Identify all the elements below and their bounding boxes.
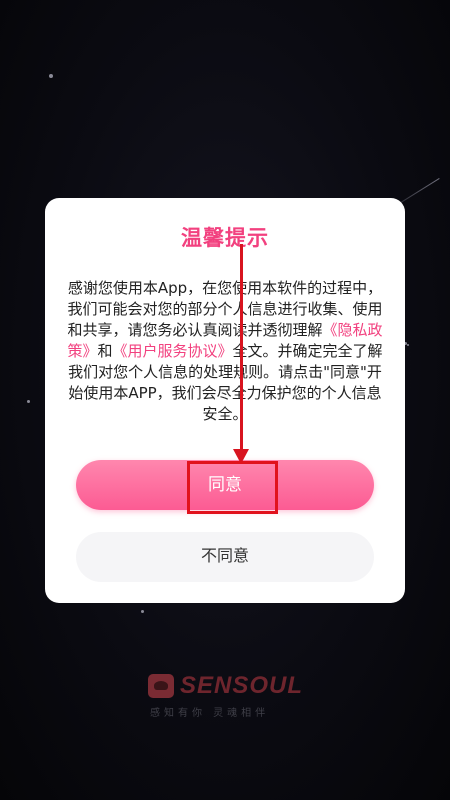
star xyxy=(141,610,144,613)
brand-logo-icon xyxy=(148,674,174,698)
brand-watermark: SENSOUL 感知有你 灵魂相伴 xyxy=(148,672,308,722)
disagree-button-label: 不同意 xyxy=(200,548,249,565)
star xyxy=(49,74,53,78)
privacy-dialog: 温馨提示 感谢您使用本App，在您使用本软件的过程中，我们可能会对您的部分个人信… xyxy=(45,198,405,603)
annotation-arrow-head xyxy=(233,449,249,464)
disagree-button[interactable]: 不同意 xyxy=(76,532,374,582)
annotation-arrow-line xyxy=(240,244,243,452)
user-service-agreement-link[interactable]: 《用户服务协议》 xyxy=(113,342,233,360)
agree-button-label: 同意 xyxy=(208,475,242,494)
brand-name: SENSOUL xyxy=(180,672,304,699)
agree-button[interactable]: 同意 xyxy=(76,460,374,510)
dialog-body: 感谢您使用本App，在您使用本软件的过程中，我们可能会对您的部分个人信息进行收集… xyxy=(65,278,385,425)
star xyxy=(27,400,30,403)
star xyxy=(407,344,409,346)
dialog-title: 温馨提示 xyxy=(181,226,269,250)
body-text-and: 和 xyxy=(97,342,113,360)
brand-slogan: 感知有你 灵魂相伴 xyxy=(150,708,270,719)
